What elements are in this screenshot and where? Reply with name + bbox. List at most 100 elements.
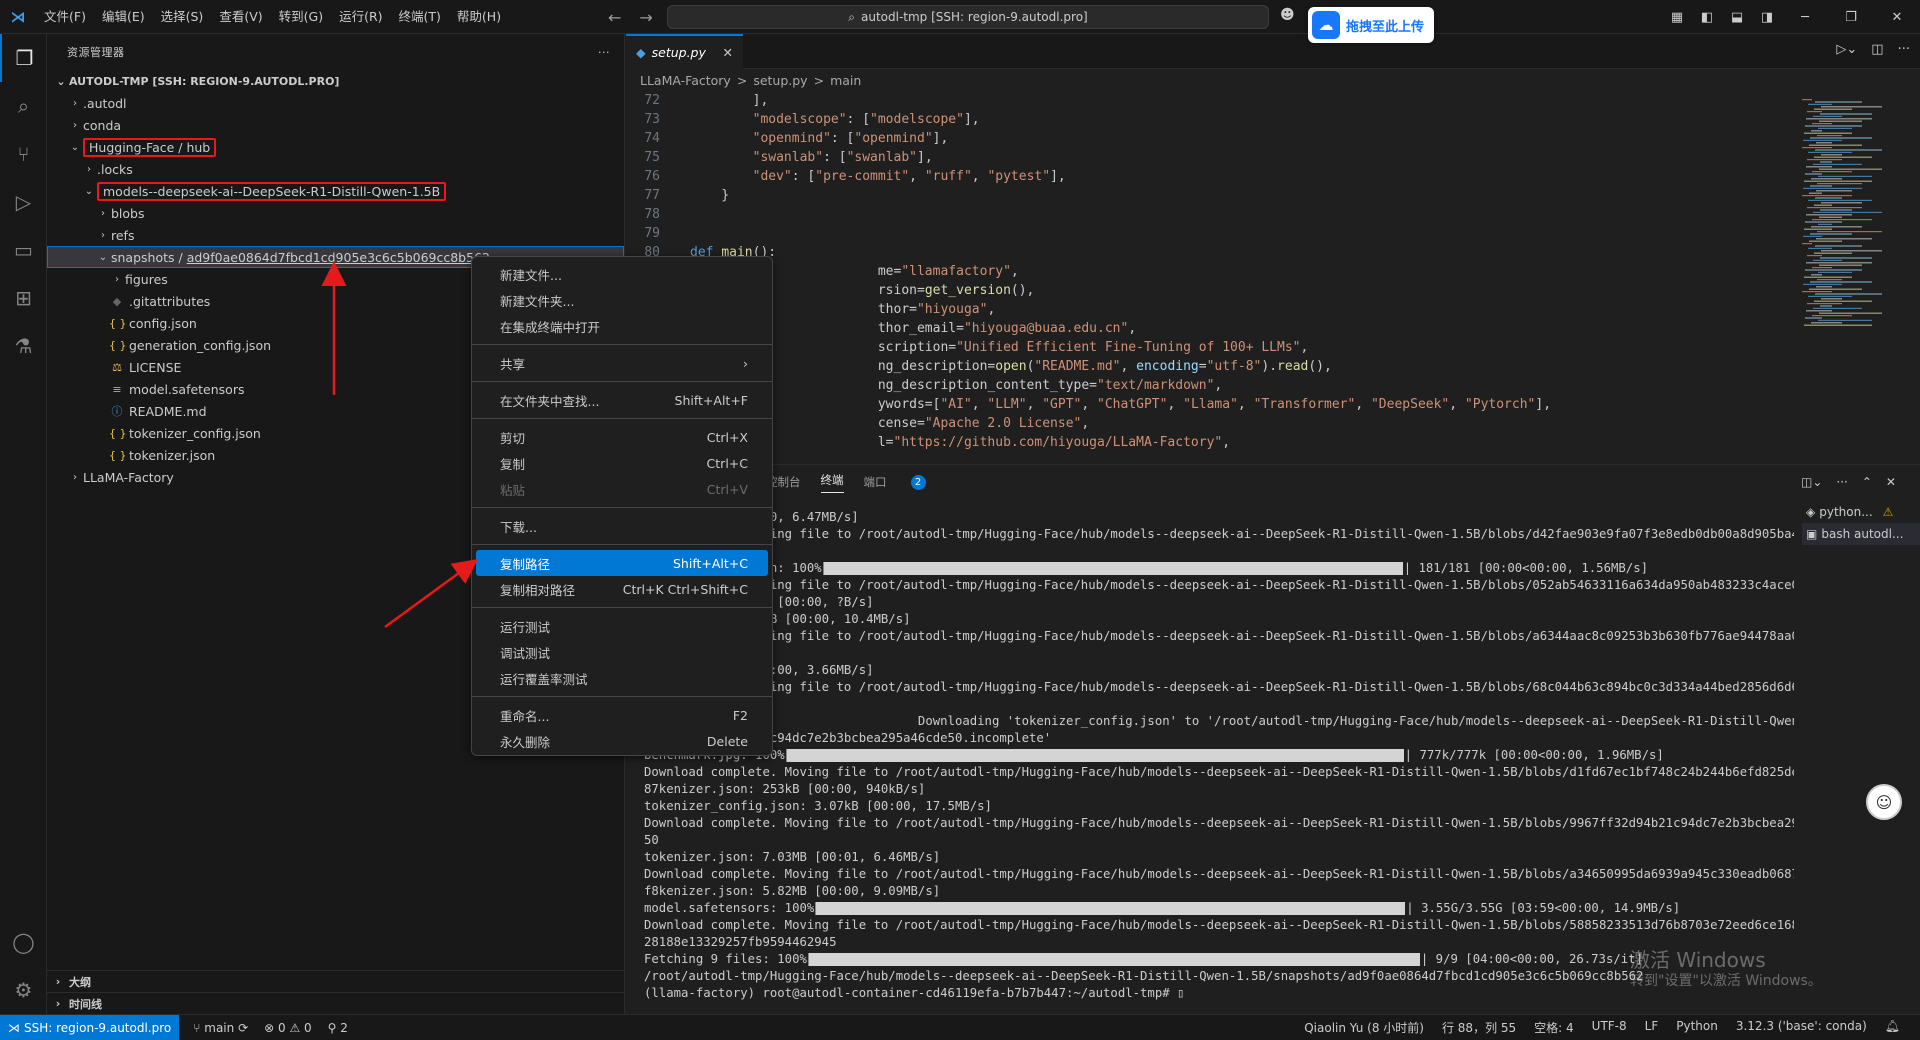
forward-arrow-icon[interactable]: →	[639, 8, 652, 27]
terminal-output[interactable]: 9:00, 6.47MB/s] Moving file to /root/aut…	[644, 509, 1794, 1009]
extensions-icon[interactable]: ⊞	[0, 274, 47, 322]
context-menu-item[interactable]: 运行测试	[476, 613, 768, 639]
back-arrow-icon[interactable]: ←	[608, 8, 621, 27]
notifications-bell-icon[interactable]: 🔔︎	[1885, 1019, 1900, 1036]
tree-item[interactable]: › blobs	[47, 202, 624, 224]
terminal-instance[interactable]: ◈ python... ⚠	[1802, 501, 1920, 523]
remote-indicator[interactable]: ⋊ SSH: region-9.autodl.pro	[0, 1015, 180, 1040]
terminal-line: 9:00, 6.47MB/s]	[644, 509, 1794, 526]
context-menu-item[interactable]: 共享 ›	[476, 350, 768, 376]
context-menu-item[interactable]: 在集成终端中打开	[476, 313, 768, 339]
maximize-panel-icon[interactable]: ⌃	[1862, 475, 1872, 489]
menu-item[interactable]: 文件(F)	[36, 0, 94, 34]
breadcrumb-item[interactable]: main	[830, 73, 861, 88]
toggle-sidebar-icon[interactable]: ◧	[1692, 10, 1722, 25]
snapshot-hash-link[interactable]: ad9f0ae0864d7fbcd1cd905e3c6c5b069cc8b562	[187, 250, 490, 265]
minimap-line	[1815, 293, 1882, 295]
context-menu-item[interactable]: 运行覆盖率测试	[476, 665, 768, 691]
git-blame[interactable]: Qiaolin Yu (8 小时前)	[1304, 1019, 1424, 1036]
tab-setup-py[interactable]: ◆ setup.py ✕	[626, 34, 743, 69]
source-control-icon[interactable]: ⑂	[0, 130, 47, 178]
cursor-position[interactable]: 行 88，列 55	[1442, 1019, 1516, 1036]
run-python-icon[interactable]: ▷⌄	[1836, 42, 1857, 57]
encoding[interactable]: UTF-8	[1592, 1019, 1627, 1036]
menu-item[interactable]: 查看(V)	[211, 0, 270, 34]
line-ending[interactable]: LF	[1645, 1019, 1659, 1036]
code-line: 78	[626, 205, 1786, 224]
context-menu-item[interactable]: 复制相对路径 Ctrl+K Ctrl+Shift+C	[476, 576, 768, 602]
context-menu-item[interactable]: 复制 Ctrl+C	[476, 450, 768, 476]
context-menu-item[interactable]: 永久删除 Delete	[476, 728, 768, 754]
context-menu-item[interactable]: 下载...	[476, 513, 768, 539]
tree-item[interactable]: ⌄ models--deepseek-ai--DeepSeek-R1-Distil…	[47, 180, 624, 202]
python-interpreter[interactable]: 3.12.3 ('base': conda)	[1736, 1019, 1867, 1036]
menu-item-shortcut: Ctrl+C	[706, 455, 748, 471]
command-center-search[interactable]: ⌕ autodl-tmp [SSH: region-9.autodl.pro]	[667, 5, 1269, 29]
context-menu-item[interactable]: 剪切 Ctrl+X	[476, 424, 768, 450]
context-menu-item[interactable]: 复制路径 Shift+Alt+C	[476, 550, 768, 576]
more-actions-icon[interactable]: ···	[1836, 475, 1847, 489]
language-mode[interactable]: Python	[1676, 1019, 1718, 1036]
context-menu-item[interactable]: 新建文件夹...	[476, 287, 768, 313]
context-menu-item[interactable]: 新建文件...	[476, 261, 768, 287]
tree-item[interactable]: › conda	[47, 114, 624, 136]
minimap[interactable]	[1796, 91, 1906, 341]
toggle-panel-icon[interactable]: ⬓	[1722, 10, 1752, 25]
outline-section[interactable]: › 大纲	[47, 970, 625, 992]
split-editor-icon[interactable]: ◫	[1871, 42, 1883, 57]
indentation[interactable]: 空格: 4	[1534, 1019, 1574, 1036]
upload-badge-label: 拖拽至此上传	[1346, 19, 1425, 35]
remote-explorer-icon[interactable]: ▭	[0, 226, 47, 274]
workspace-root[interactable]: ⌄ AUTODL-TMP [SSH: REGION-9.AUTODL.PRO]	[47, 70, 624, 92]
menu-item[interactable]: 帮助(H)	[449, 0, 509, 34]
tree-item[interactable]: › .locks	[47, 158, 624, 180]
context-menu-item[interactable]: 在文件夹中查找... Shift+Alt+F	[476, 387, 768, 413]
close-tab-icon[interactable]: ✕	[723, 45, 733, 60]
toggle-secondary-sidebar-icon[interactable]: ◨	[1752, 10, 1782, 25]
close-panel-icon[interactable]: ✕	[1886, 475, 1896, 489]
context-menu-item[interactable]: 重命名... F2	[476, 702, 768, 728]
windows-activation-hint: 转到"设置"以激活 Windows。	[1630, 973, 1822, 989]
menu-item[interactable]: 运行(R)	[331, 0, 390, 34]
code-area[interactable]: 72 ], 73 "modelscope": ["modelscope"], 74 …	[626, 91, 1786, 464]
context-menu-item[interactable]: 调试测试	[476, 639, 768, 665]
menu-item[interactable]: 编辑(E)	[94, 0, 153, 34]
tab-terminal[interactable]: 终端	[820, 472, 844, 493]
menu-item[interactable]: 选择(S)	[153, 0, 212, 34]
tree-item-label: refs	[111, 227, 135, 243]
title-bar: ⋊ 文件(F) 编辑(E) 选择(S) 查看(V) 转到(G) 运行(R) 终端(T) 帮助(…	[0, 0, 1920, 34]
menu-item[interactable]: 转到(G)	[271, 0, 331, 34]
windows-activation-watermark: 激活 Windows	[1630, 948, 1766, 972]
ports-indicator[interactable]: ⚲ 2	[328, 1021, 348, 1035]
copilot-icon[interactable]: ☻	[1280, 7, 1295, 23]
customize-layout-icon[interactable]: ▦	[1662, 10, 1692, 25]
terminal-instance-label: bash autodl...	[1821, 527, 1904, 541]
breadcrumb-item[interactable]: LLaMA-Factory	[640, 73, 731, 88]
split-terminal-icon[interactable]: ◫⌄	[1801, 475, 1822, 489]
assistant-avatar[interactable]: ☺	[1866, 784, 1902, 820]
tree-item[interactable]: ⌄ Hugging-Face / hub	[47, 136, 624, 158]
more-actions-icon[interactable]: ···	[598, 46, 610, 59]
account-icon[interactable]: ◯	[0, 918, 47, 966]
settings-gear-icon[interactable]: ⚙	[0, 966, 47, 1014]
close-window-icon[interactable]: ✕	[1874, 10, 1920, 25]
testing-icon[interactable]: ⚗	[0, 322, 47, 370]
minimap-line	[1804, 324, 1872, 326]
menu-item[interactable]: 终端(T)	[391, 0, 449, 34]
problems-indicator[interactable]: ⊗ 0 ⚠ 0	[264, 1021, 312, 1035]
upload-drop-badge[interactable]: ☁ 拖拽至此上传	[1308, 7, 1434, 43]
tree-item[interactable]: › refs	[47, 224, 624, 246]
minimap-line	[1819, 168, 1882, 170]
timeline-section[interactable]: › 时间线	[47, 992, 625, 1014]
terminal-instance[interactable]: ▣ bash autodl...	[1802, 523, 1920, 545]
explorer-icon[interactable]: ❐	[0, 34, 47, 82]
minimize-icon[interactable]: ─	[1782, 10, 1828, 25]
breadcrumb-item[interactable]: setup.py	[753, 73, 807, 88]
git-branch[interactable]: ⑂ main ⟳	[193, 1021, 248, 1035]
tab-ports[interactable]: 端口	[864, 474, 887, 490]
tree-item[interactable]: › .autodl	[47, 92, 624, 114]
run-debug-icon[interactable]: ▷	[0, 178, 47, 226]
more-actions-icon[interactable]: ···	[1898, 42, 1910, 57]
restore-icon[interactable]: ❐	[1828, 10, 1874, 25]
search-view-icon[interactable]: ⌕	[0, 82, 47, 130]
